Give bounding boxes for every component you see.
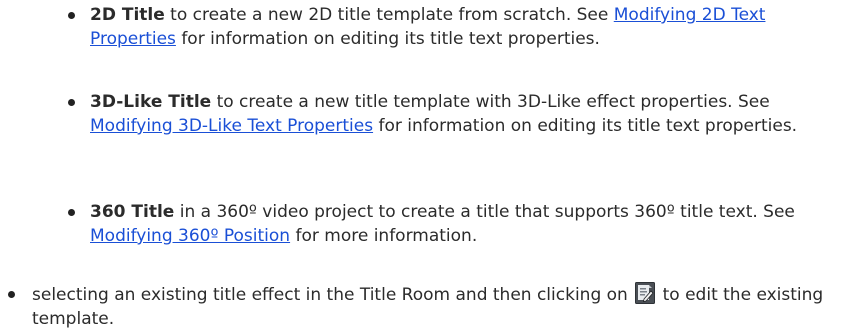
option-name: 2D Title — [90, 5, 165, 25]
list-item-edit-existing: selecting an existing title effect in th… — [4, 282, 850, 331]
list-item-2d-title: 2D Title to create a new 2D title templa… — [68, 3, 850, 51]
option-description-end: for information on editing its title tex… — [175, 29, 600, 49]
option-name: 360 Title — [90, 202, 175, 222]
option-description: to create a new title template with 3D-L… — [211, 92, 770, 112]
bullet-icon — [68, 12, 75, 19]
option-description-end: for information on editing its title tex… — [373, 116, 798, 136]
bullet-icon — [8, 291, 15, 298]
edit-description: selecting an existing title effect in th… — [32, 285, 634, 305]
option-description-end: for more information. — [290, 226, 478, 246]
edit-title-icon[interactable] — [635, 282, 656, 304]
option-name: 3D-Like Title — [90, 92, 212, 112]
list-item-text: selecting an existing title effect in th… — [32, 282, 850, 331]
bullet-icon — [68, 209, 75, 216]
list-item-3d-like-title: 3D-Like Title to create a new title temp… — [68, 90, 850, 138]
list-item-360-title: 360 Title in a 360º video project to cre… — [68, 200, 850, 248]
bullet-icon — [68, 99, 75, 106]
option-description: in a 360º video project to create a titl… — [174, 202, 795, 222]
link-modifying-360-position[interactable]: Modifying 360º Position — [90, 226, 290, 246]
link-modifying-3d-like-text-properties[interactable]: Modifying 3D-Like Text Properties — [90, 116, 373, 136]
option-description: to create a new 2D title template from s… — [164, 5, 614, 25]
